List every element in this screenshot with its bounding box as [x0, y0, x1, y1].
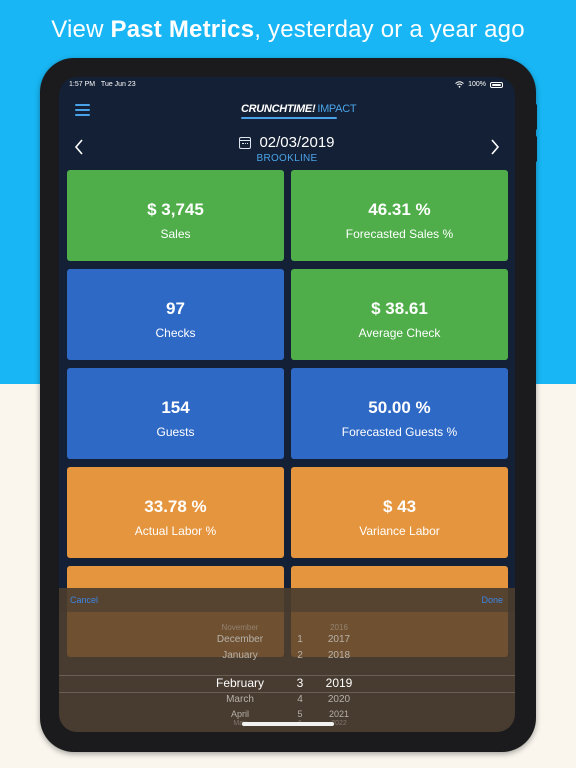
- home-indicator: [242, 722, 334, 726]
- picker-year[interactable]: 2021: [321, 709, 357, 719]
- volume-button: [534, 136, 537, 162]
- metric-label: Sales: [160, 227, 191, 241]
- hamburger-menu-icon[interactable]: [75, 104, 90, 116]
- metric-label: Guests: [156, 425, 195, 439]
- metric-tile-forecasted-sales[interactable]: 46.31 % Forecasted Sales %: [291, 170, 508, 261]
- picker-year[interactable]: 2020: [321, 694, 357, 705]
- metric-value: $ 3,745: [147, 200, 204, 219]
- picker-toolbar: Cancel Done: [59, 588, 515, 612]
- metric-label: Checks: [155, 326, 196, 340]
- metric-tile-average-check[interactable]: $ 38.61 Average Check: [291, 269, 508, 360]
- logo-underline: [241, 117, 337, 119]
- picker-year[interactable]: 2016: [321, 623, 357, 632]
- metric-label: Variance Labor: [359, 524, 440, 538]
- metric-label: Average Check: [358, 326, 441, 340]
- calendar-icon[interactable]: [239, 136, 252, 149]
- metric-tile-guests[interactable]: 154 Guests: [67, 368, 284, 459]
- picker-day[interactable]: 5: [287, 709, 313, 719]
- logo-accent: IMPACT: [317, 103, 357, 115]
- logo-main: CRUNCHTIME!: [241, 103, 316, 115]
- headline-bold: Past Metrics: [110, 16, 255, 43]
- picker-done-button[interactable]: Done: [481, 595, 503, 605]
- metric-tile-sales[interactable]: $ 3,745 Sales: [67, 170, 284, 261]
- status-indicators: 100%: [455, 81, 503, 88]
- picker-row[interactable]: December 1 2017: [59, 634, 515, 650]
- status-time: 1:57 PM: [69, 81, 96, 88]
- status-date: Tue Jun 23: [100, 81, 136, 88]
- volume-button: [534, 104, 537, 130]
- picker-month[interactable]: April: [209, 709, 271, 719]
- picker-month[interactable]: December: [209, 634, 271, 645]
- picker-day[interactable]: 3: [287, 676, 313, 690]
- status-bar: 1:57 PM Tue Jun 23 100%: [59, 77, 515, 93]
- location-label: BROOKLINE: [256, 153, 318, 164]
- picker-row[interactable]: January 2 2018: [59, 650, 515, 666]
- battery-percent: 100%: [468, 81, 486, 88]
- metric-tile-forecasted-guests[interactable]: 50.00 % Forecasted Guests %: [291, 368, 508, 459]
- app-screen: 1:57 PM Tue Jun 23 100% CRUNCHTIME! IMPAC…: [59, 77, 515, 732]
- crunchtime-impact-logo: CRUNCHTIME! IMPACT: [241, 103, 357, 115]
- metric-value: 46.31 %: [368, 200, 431, 219]
- metric-value: 154: [161, 398, 190, 417]
- date-selector[interactable]: 02/03/2019: [59, 134, 515, 151]
- picker-month[interactable]: March: [209, 694, 271, 705]
- picker-row[interactable]: March 4 2020: [59, 694, 515, 710]
- wifi-icon: [455, 81, 464, 88]
- battery-icon: [490, 81, 503, 88]
- picker-day[interactable]: 1: [287, 634, 313, 645]
- metric-label: Forecasted Guests %: [341, 425, 458, 439]
- metric-value: $ 43: [382, 497, 417, 516]
- metric-value: 97: [166, 299, 185, 318]
- selected-date[interactable]: 02/03/2019: [259, 134, 334, 151]
- metric-value: 33.78 %: [144, 497, 207, 516]
- promo-headline: View Past Metrics, yesterday or a year a…: [0, 16, 576, 44]
- headline-prefix: View: [51, 16, 104, 43]
- picker-year[interactable]: 2019: [321, 676, 357, 690]
- metric-tile-actual-labor[interactable]: 33.78 % Actual Labor %: [67, 467, 284, 558]
- status-time-date: 1:57 PM Tue Jun 23: [69, 81, 136, 88]
- metric-tile-checks[interactable]: 97 Checks: [67, 269, 284, 360]
- headline-suffix: , yesterday or a year ago: [254, 16, 525, 43]
- picker-month[interactable]: November: [209, 623, 271, 632]
- picker-year[interactable]: 2017: [321, 634, 357, 645]
- metric-value: 50.00 %: [368, 398, 431, 417]
- metric-tile-variance-labor[interactable]: $ 43 Variance Labor: [291, 467, 508, 558]
- picker-month[interactable]: February: [209, 676, 271, 690]
- picker-year[interactable]: 2018: [321, 650, 357, 661]
- picker-cancel-button[interactable]: Cancel: [70, 595, 98, 605]
- date-picker-sheet: Cancel Done November 2016 December 1 201…: [59, 588, 515, 732]
- picker-row-selected[interactable]: February 3 2019: [59, 676, 515, 692]
- picker-month[interactable]: January: [209, 650, 271, 661]
- metric-value: $ 38.61: [371, 299, 428, 318]
- picker-day[interactable]: 2: [287, 650, 313, 661]
- metric-label: Forecasted Sales %: [345, 227, 454, 241]
- metric-label: Actual Labor %: [134, 524, 217, 538]
- picker-day[interactable]: 4: [287, 694, 313, 705]
